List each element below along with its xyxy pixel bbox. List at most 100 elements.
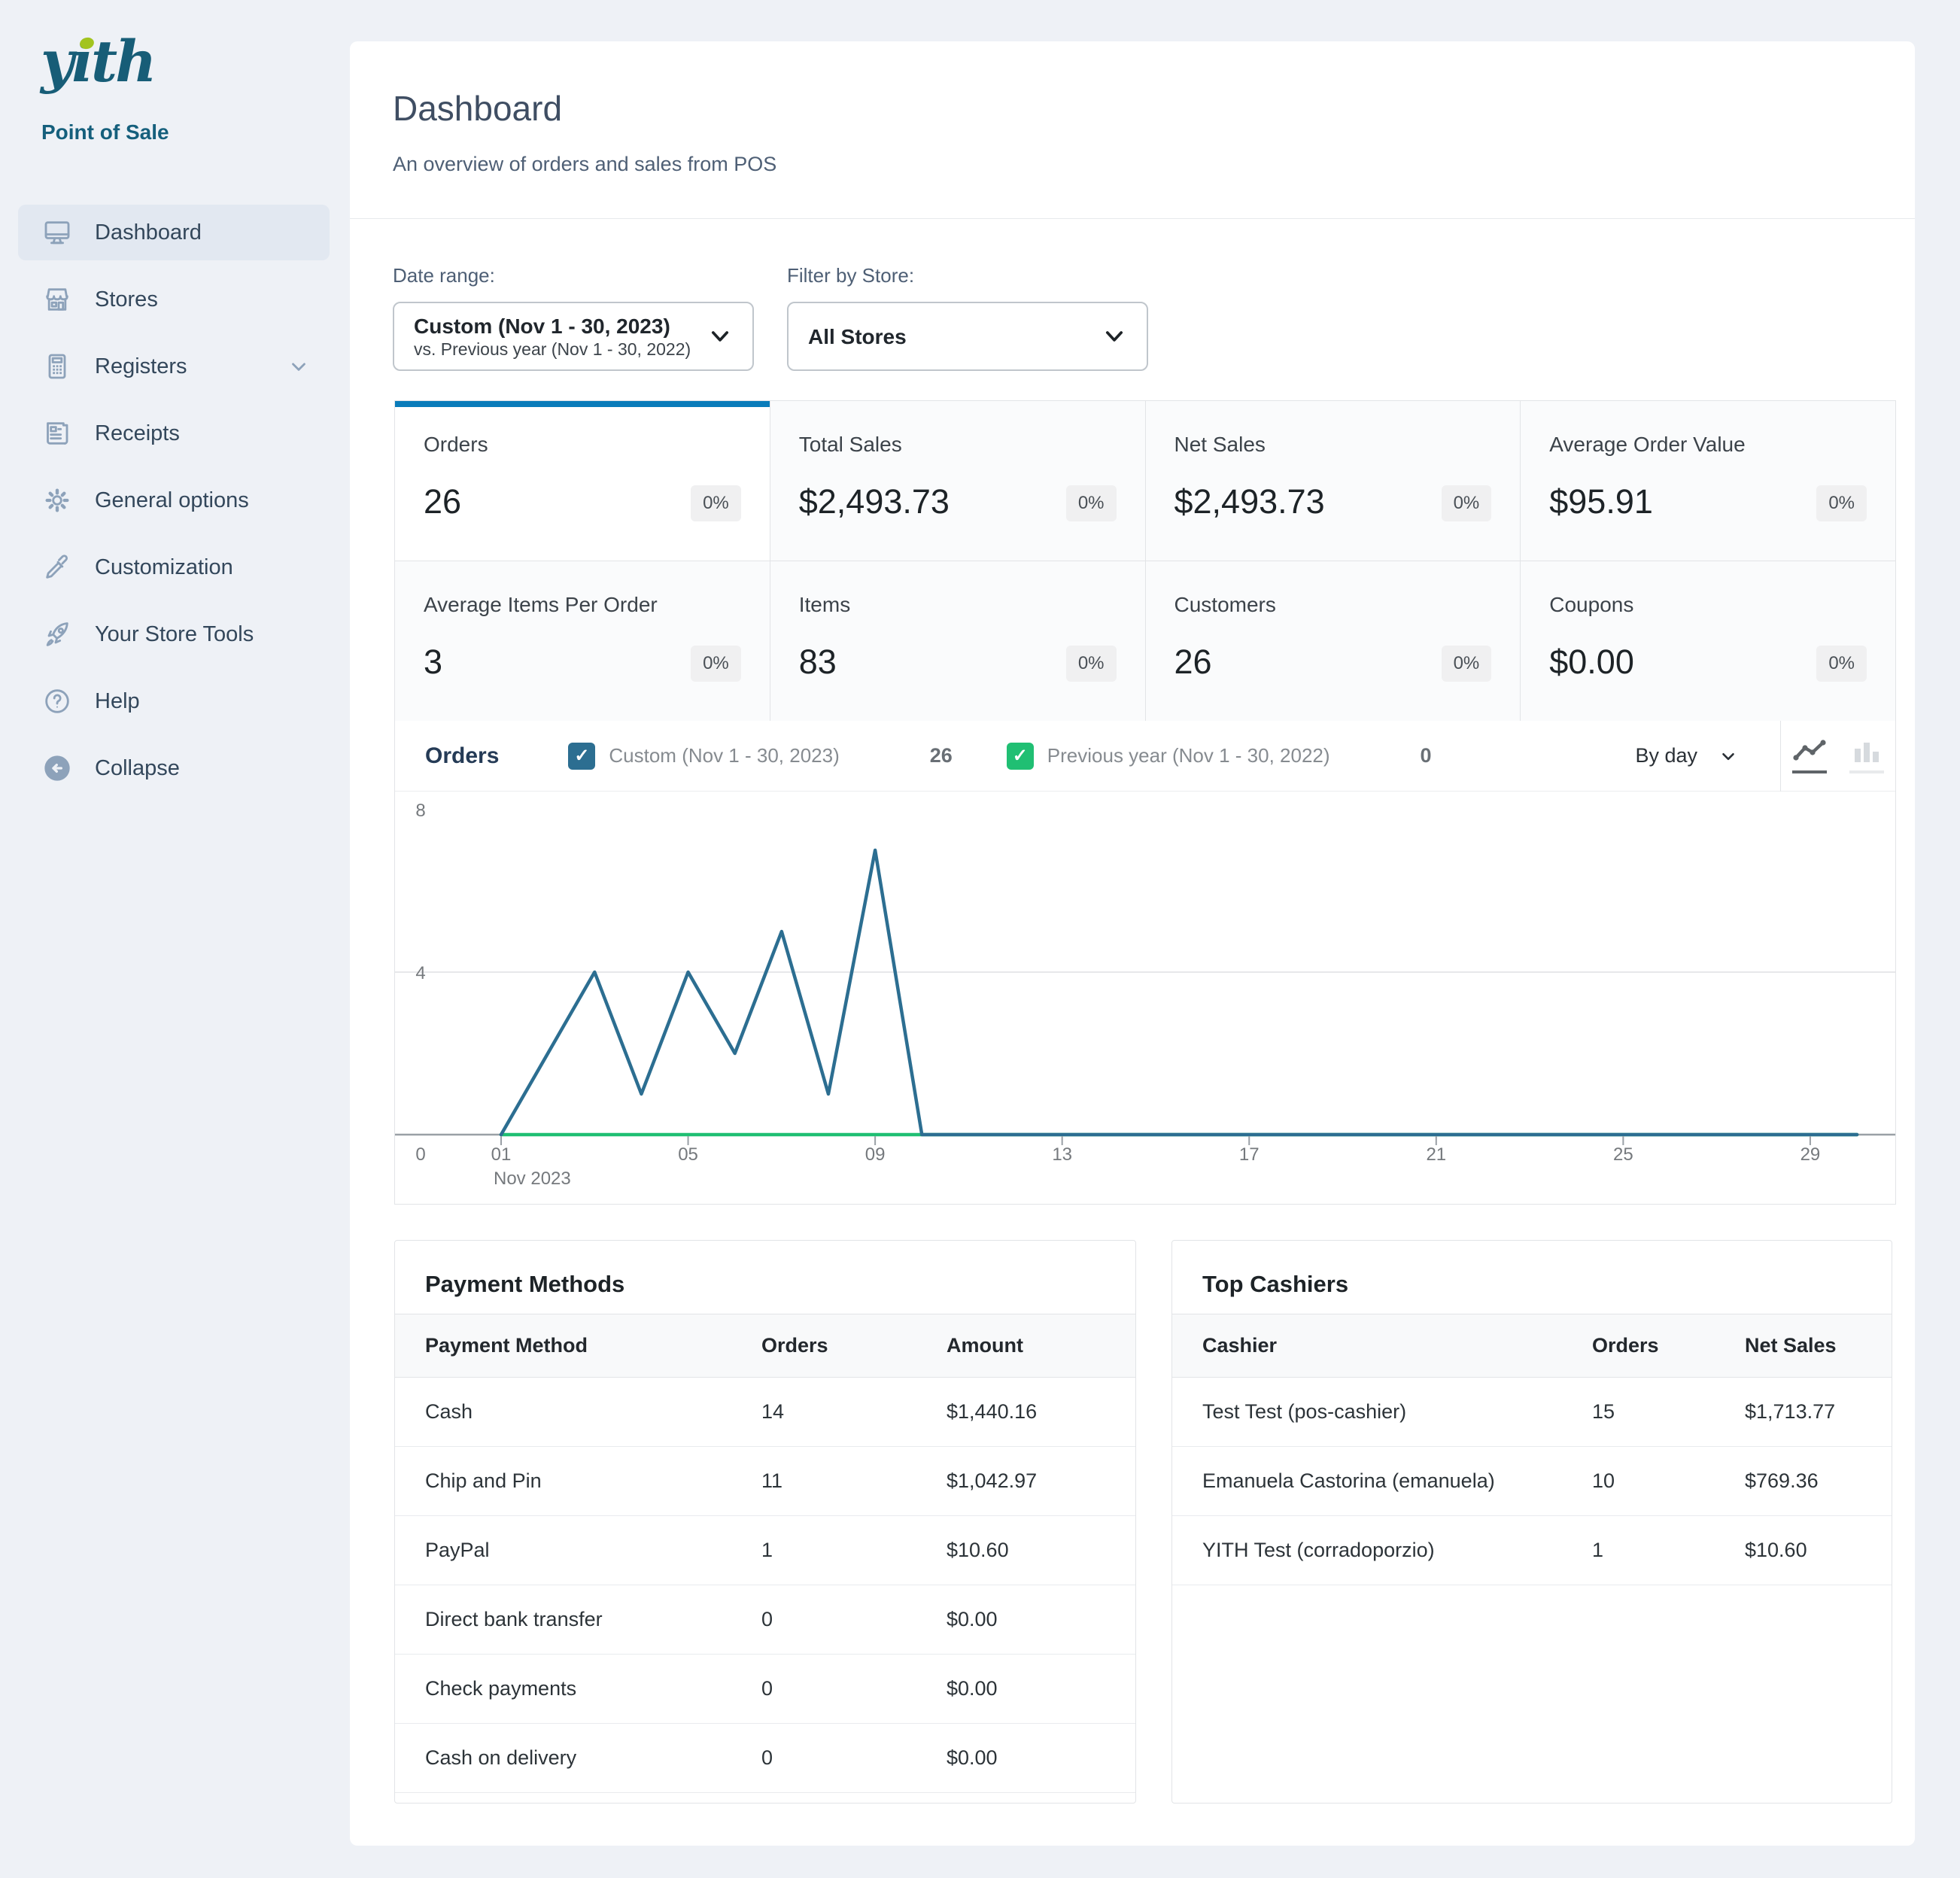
line-chart-icon: [1791, 738, 1828, 764]
store-filter-value: All Stores: [808, 324, 907, 350]
sidebar-item-your-store-tools[interactable]: Your Store Tools: [18, 606, 330, 662]
table-footer-filler: [395, 1793, 1135, 1803]
orders-cell: 0: [761, 1746, 947, 1770]
payment-method-cell: PayPal: [395, 1539, 761, 1562]
date-range-label: Date range:: [393, 264, 495, 287]
stat-tile-net-sales[interactable]: Net Sales $2,493.73 0%: [1146, 401, 1521, 561]
page-subtitle: An overview of orders and sales from POS: [393, 153, 776, 176]
main-content-card: Dashboard An overview of orders and sale…: [350, 41, 1915, 1846]
stat-delta-badge: 0%: [1442, 646, 1492, 682]
sidebar-item-general-options[interactable]: General options: [18, 473, 330, 528]
sidebar-item-label: Registers: [95, 354, 187, 379]
active-chart-type-indicator: [1792, 770, 1827, 773]
sidebar-nav: Dashboard Stores: [18, 205, 330, 796]
svg-text:09: 09: [865, 1144, 886, 1165]
yith-logo: yith: [41, 33, 154, 90]
chevron-down-icon: [707, 324, 733, 349]
sidebar-item-registers[interactable]: Registers: [18, 339, 330, 394]
payment-method-cell: Cash on delivery: [395, 1746, 761, 1770]
stat-tile-total-sales[interactable]: Total Sales $2,493.73 0%: [770, 401, 1145, 561]
svg-text:13: 13: [1052, 1144, 1072, 1165]
stat-delta-badge: 0%: [1066, 485, 1117, 521]
bar-chart-icon: [1849, 738, 1885, 764]
stat-label: Average Items Per Order: [424, 593, 741, 617]
table-row: Chip and Pin 11 $1,042.97: [395, 1447, 1135, 1516]
stat-delta-badge: 0%: [1066, 646, 1117, 682]
amount-cell: $10.60: [947, 1539, 1135, 1562]
gear-icon: [42, 485, 72, 515]
stat-value: 3: [424, 643, 442, 682]
stat-value: $0.00: [1549, 643, 1634, 682]
sidebar-item-label: Receipts: [95, 421, 180, 446]
orders-cell: 11: [761, 1469, 947, 1493]
stat-delta-badge: 0%: [1816, 485, 1867, 521]
stat-tile-average-order-value[interactable]: Average Order Value $95.91 0%: [1521, 401, 1895, 561]
column-header: Orders: [1592, 1334, 1745, 1357]
sidebar-item-customization[interactable]: Customization: [18, 539, 330, 595]
sidebar-item-help[interactable]: Help: [18, 673, 330, 729]
orders-cell: 0: [761, 1608, 947, 1631]
series-previous-checkbox[interactable]: ✓: [1007, 743, 1034, 770]
store-filter-select[interactable]: All Stores: [787, 302, 1148, 371]
sidebar-item-label: Dashboard: [95, 220, 202, 245]
top-cashiers-panel: Top Cashiers Cashier Orders Net Sales Te…: [1171, 1240, 1892, 1804]
sidebar-collapse-button[interactable]: Collapse: [18, 740, 330, 796]
stat-value: 26: [1174, 643, 1212, 682]
line-chart-toggle-button[interactable]: [1781, 721, 1838, 792]
stat-tile-average-items-per-order[interactable]: Average Items Per Order 3 0%: [395, 561, 770, 721]
stat-tile-items[interactable]: Items 83 0%: [770, 561, 1145, 721]
sidebar: yith Point of Sale Dashboard Stores: [0, 0, 348, 1878]
rocket-icon: [42, 619, 72, 649]
sidebar-item-stores[interactable]: Stores: [18, 272, 330, 327]
sidebar-item-label: Help: [95, 689, 140, 714]
orders-cell: 1: [1592, 1539, 1745, 1562]
page-title: Dashboard: [393, 88, 562, 129]
payment-method-cell: Cash: [395, 1400, 761, 1424]
svg-text:8: 8: [415, 801, 425, 821]
table-row: Test Test (pos-cashier) 15 $1,713.77: [1172, 1378, 1892, 1447]
bar-chart-toggle-button[interactable]: [1838, 721, 1895, 792]
question-icon: [42, 686, 72, 716]
yith-pos-dashboard: yith Point of Sale Dashboard Stores: [0, 0, 1960, 1878]
table-row: PayPal 1 $10.60: [395, 1516, 1135, 1585]
interval-select[interactable]: By day: [1635, 744, 1738, 767]
sidebar-item-receipts[interactable]: Receipts: [18, 406, 330, 461]
date-range-select[interactable]: Custom (Nov 1 - 30, 2023) vs. Previous y…: [393, 302, 754, 371]
stat-tile-coupons[interactable]: Coupons $0.00 0%: [1521, 561, 1895, 721]
cashier-cell: YITH Test (corradoporzio): [1172, 1539, 1592, 1562]
table-row: YITH Test (corradoporzio) 1 $10.60: [1172, 1516, 1892, 1585]
net-sales-cell: $1,713.77: [1745, 1400, 1892, 1424]
chevron-down-icon: [287, 355, 310, 378]
stat-tile-customers[interactable]: Customers 26 0%: [1146, 561, 1521, 721]
payment-methods-title: Payment Methods: [395, 1241, 1135, 1314]
svg-text:25: 25: [1613, 1144, 1633, 1165]
payment-methods-header-row: Payment Method Orders Amount: [395, 1314, 1135, 1378]
store-filter-value-wrap: All Stores: [808, 324, 907, 350]
stat-value: $2,493.73: [799, 482, 950, 521]
column-header: Payment Method: [395, 1334, 761, 1357]
orders-line-chart: 01Nov 202305091317212529048: [395, 798, 1895, 1196]
svg-text:17: 17: [1239, 1144, 1260, 1165]
stat-tile-orders[interactable]: Orders 26 0%: [395, 401, 770, 561]
payment-methods-panel: Payment Methods Payment Method Orders Am…: [394, 1240, 1136, 1804]
stat-value: 26: [424, 482, 461, 521]
yith-logo-text: yith: [41, 28, 154, 95]
sidebar-item-dashboard[interactable]: Dashboard: [18, 205, 330, 260]
orders-cell: 0: [761, 1677, 947, 1700]
cashier-cell: Test Test (pos-cashier): [1172, 1400, 1592, 1424]
eyedropper-icon: [42, 552, 72, 582]
table-row: Cash 14 $1,440.16: [395, 1378, 1135, 1447]
orders-cell: 1: [761, 1539, 947, 1562]
monitor-icon: [42, 217, 72, 248]
table-row: Cash on delivery 0 $0.00: [395, 1724, 1135, 1793]
svg-text:4: 4: [415, 963, 425, 983]
stat-label: Customers: [1174, 593, 1492, 617]
store-filter-label: Filter by Store:: [787, 264, 914, 287]
column-header: Orders: [761, 1334, 947, 1357]
sidebar-item-label: Stores: [95, 287, 158, 312]
column-header: Net Sales: [1745, 1334, 1892, 1357]
series-current-checkbox[interactable]: ✓: [568, 743, 595, 770]
stat-label: Items: [799, 593, 1117, 617]
orders-cell: 15: [1592, 1400, 1745, 1424]
stat-value: $95.91: [1549, 482, 1653, 521]
